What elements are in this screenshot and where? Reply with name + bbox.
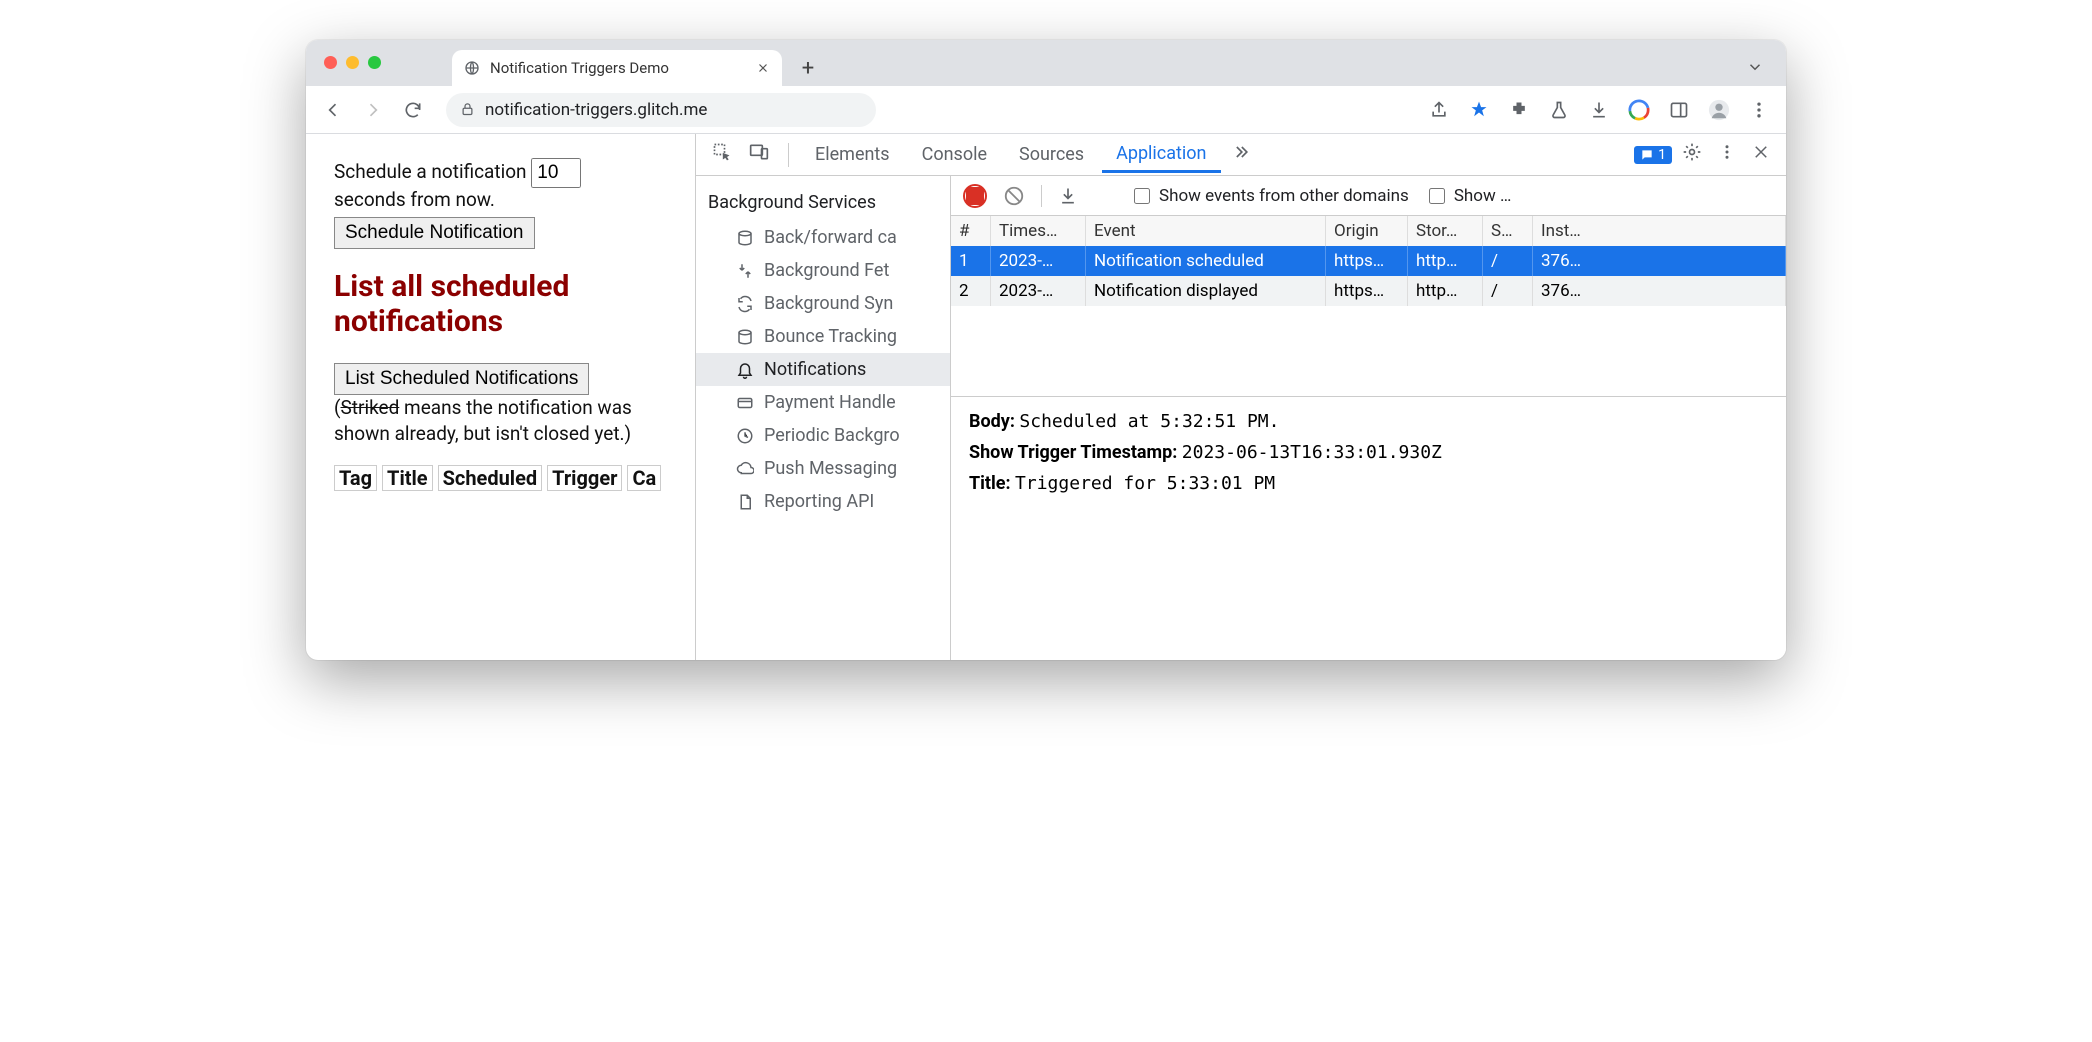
schedule-notification-button[interactable]: Schedule Notification xyxy=(334,217,535,249)
browser-tab[interactable]: Notification Triggers Demo xyxy=(452,50,782,86)
events-table: # Times… Event Origin Stor… S… Inst… 1 2… xyxy=(951,216,1786,397)
issues-badge[interactable]: 1 xyxy=(1634,146,1672,164)
seconds-input[interactable] xyxy=(531,158,581,188)
message-icon xyxy=(1640,148,1654,162)
sidebar-item-bg-sync[interactable]: Background Syn xyxy=(696,287,950,320)
lock-icon xyxy=(460,102,475,117)
side-panel-icon[interactable] xyxy=(1668,99,1690,121)
event-details: Body: Scheduled at 5:32:51 PM. Show Trig… xyxy=(951,397,1786,518)
table-header-row: Tag Title Scheduled Trigger Ca xyxy=(334,466,671,490)
profile-avatar-icon[interactable] xyxy=(1708,99,1730,121)
downloads-icon[interactable] xyxy=(1588,99,1610,121)
tab-console[interactable]: Console xyxy=(908,138,1001,171)
devtools-main: Show events from other domains Show … # … xyxy=(951,176,1786,660)
settings-gear-icon[interactable] xyxy=(1676,142,1708,167)
schedule-text: Schedule a notification seconds from now… xyxy=(334,158,671,211)
url-text: notification-triggers.glitch.me xyxy=(485,100,707,120)
devtools-close-icon[interactable] xyxy=(1746,143,1776,166)
share-icon[interactable] xyxy=(1428,99,1450,121)
google-account-icon[interactable] xyxy=(1628,99,1650,121)
table-row[interactable]: 2 2023-… Notification displayed https… h… xyxy=(951,276,1786,306)
reload-button[interactable] xyxy=(396,93,430,127)
tab-sources[interactable]: Sources xyxy=(1005,138,1098,171)
sidebar-item-notifications[interactable]: Notifications xyxy=(696,353,950,386)
more-tabs-icon[interactable] xyxy=(1225,142,1257,167)
close-window-button[interactable] xyxy=(324,56,337,69)
kebab-menu-icon[interactable] xyxy=(1748,99,1770,121)
minimize-window-button[interactable] xyxy=(346,56,359,69)
sidebar-category: Background Services xyxy=(696,186,950,221)
close-tab-icon[interactable] xyxy=(756,61,770,75)
tab-list-icon[interactable] xyxy=(1746,58,1764,76)
sidebar-item-bg-fetch[interactable]: Background Fet xyxy=(696,254,950,287)
new-tab-button[interactable]: + xyxy=(794,54,822,82)
device-toolbar-icon[interactable] xyxy=(742,142,776,167)
forward-button[interactable] xyxy=(356,93,390,127)
fullscreen-window-button[interactable] xyxy=(368,56,381,69)
sidebar-item-bounce[interactable]: Bounce Tracking xyxy=(696,320,950,353)
address-bar[interactable]: notification-triggers.glitch.me xyxy=(446,93,876,127)
events-toolbar: Show events from other domains Show … xyxy=(951,176,1786,216)
inspect-element-icon[interactable] xyxy=(706,142,738,167)
devtools-tabbar: Elements Console Sources Application 1 xyxy=(696,134,1786,176)
toolbar-actions xyxy=(1428,99,1776,121)
extensions-icon[interactable] xyxy=(1508,99,1530,121)
clear-icon[interactable] xyxy=(1003,185,1025,207)
demo-page: Schedule a notification seconds from now… xyxy=(306,134,696,660)
content-area: Schedule a notification seconds from now… xyxy=(306,134,1786,660)
window-controls xyxy=(324,56,381,69)
tab-elements[interactable]: Elements xyxy=(801,138,904,171)
globe-icon xyxy=(464,60,480,76)
browser-window: Notification Triggers Demo + notificatio… xyxy=(306,40,1786,660)
sidebar-item-periodic[interactable]: Periodic Backgro xyxy=(696,419,950,452)
sidebar-item-push[interactable]: Push Messaging xyxy=(696,452,950,485)
list-scheduled-button[interactable]: List Scheduled Notifications xyxy=(334,363,589,395)
labs-icon[interactable] xyxy=(1548,99,1570,121)
sidebar-item-payment[interactable]: Payment Handle xyxy=(696,386,950,419)
bookmark-star-icon[interactable] xyxy=(1468,99,1490,121)
sidebar-item-bfcache[interactable]: Back/forward ca xyxy=(696,221,950,254)
chk-show-more[interactable]: Show … xyxy=(1425,185,1512,207)
record-button[interactable] xyxy=(963,184,987,208)
devtools-sidebar: Background Services Back/forward ca Back… xyxy=(696,176,951,660)
tab-title: Notification Triggers Demo xyxy=(490,59,746,77)
tab-strip: Notification Triggers Demo + xyxy=(306,40,1786,86)
table-header: # Times… Event Origin Stor… S… Inst… xyxy=(951,216,1786,246)
save-icon[interactable] xyxy=(1058,186,1078,206)
chk-other-domains[interactable]: Show events from other domains xyxy=(1130,185,1409,207)
list-heading: List all scheduled notifications xyxy=(334,269,671,339)
note-text: (Striked means the notification was show… xyxy=(334,395,671,446)
devtools-kebab-icon[interactable] xyxy=(1712,143,1742,166)
table-row[interactable]: 1 2023-… Notification scheduled https… h… xyxy=(951,246,1786,276)
tab-application[interactable]: Application xyxy=(1102,137,1220,173)
sidebar-item-reporting[interactable]: Reporting API xyxy=(696,485,950,518)
browser-toolbar: notification-triggers.glitch.me xyxy=(306,86,1786,134)
back-button[interactable] xyxy=(316,93,350,127)
devtools-panel: Elements Console Sources Application 1 B… xyxy=(696,134,1786,660)
